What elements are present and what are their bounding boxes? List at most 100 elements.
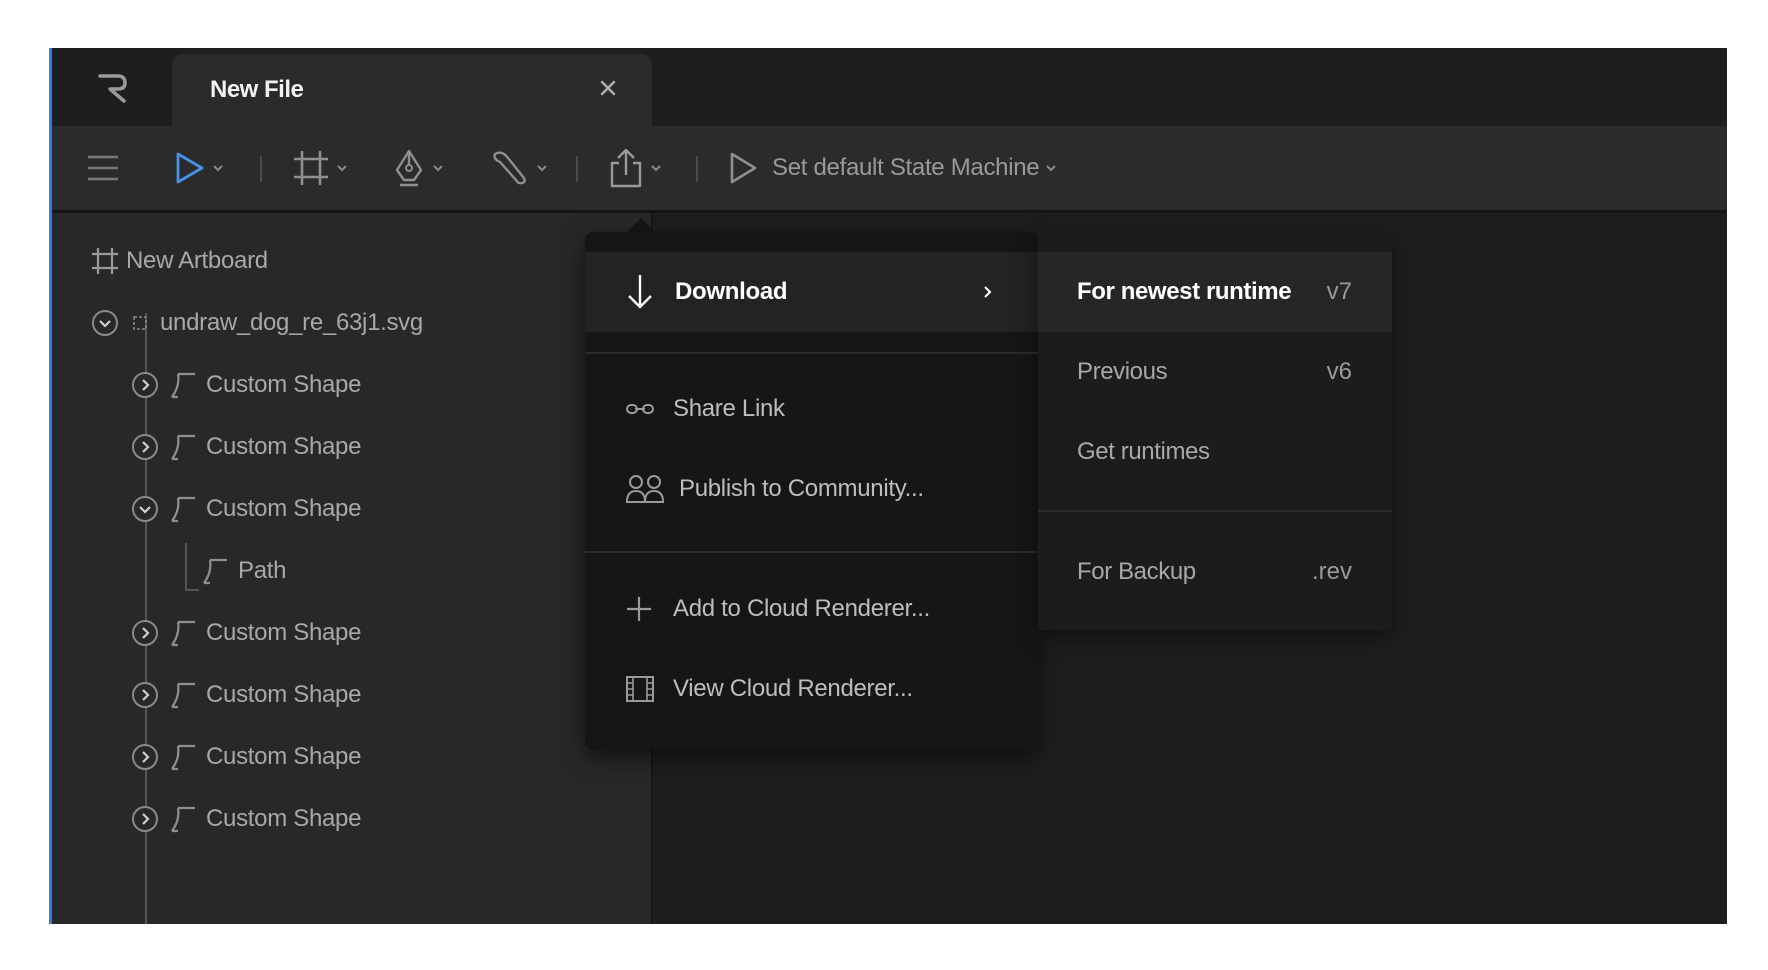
tree-item-label: Custom Shape: [206, 805, 362, 832]
submenu-label: Get runtimes: [1077, 438, 1210, 465]
file-row[interactable]: undraw_dog_re_63j1.svg: [90, 303, 423, 343]
state-machine-label: Set default State Machine: [772, 154, 1040, 181]
add-cloud-label: Add to Cloud Renderer...: [673, 595, 930, 622]
add-cloud-renderer-menu-item[interactable]: Add to Cloud Renderer...: [585, 577, 1038, 641]
chevron-down-icon: [213, 165, 223, 172]
export-button[interactable]: [608, 126, 662, 210]
tree-connector: [185, 543, 187, 591]
pen-icon: [395, 149, 423, 187]
chevron-down-icon: [433, 165, 443, 172]
share-icon: [610, 148, 642, 188]
tree-connector: [185, 589, 199, 591]
bone-tool-button[interactable]: [490, 126, 548, 210]
tree-item[interactable]: Custom Shape: [130, 427, 361, 467]
plus-icon: [627, 597, 651, 621]
tree-item-label: Custom Shape: [206, 495, 362, 522]
select-tool-button[interactable]: [174, 126, 224, 210]
state-machine-selector[interactable]: Set default State Machine: [728, 126, 1057, 210]
artboard-tool-button[interactable]: [292, 126, 348, 210]
expand-toggle-icon[interactable]: [130, 432, 160, 462]
submenu-label: Previous: [1077, 358, 1168, 385]
image-icon: [133, 316, 147, 330]
view-cloud-renderer-menu-item[interactable]: View Cloud Renderer...: [585, 657, 1038, 721]
expand-toggle-icon[interactable]: [130, 370, 160, 400]
menu-divider: [585, 551, 1038, 553]
download-menu-item[interactable]: Download: [585, 252, 1038, 332]
tree-item[interactable]: Custom Shape: [130, 737, 361, 777]
artboard-icon: [294, 151, 328, 185]
path-shape-icon: [171, 496, 195, 523]
film-icon: [626, 676, 654, 702]
path-shape-icon: [171, 682, 195, 709]
tree-item-child[interactable]: Path: [200, 551, 286, 591]
view-cloud-label: View Cloud Renderer...: [673, 675, 913, 702]
runtime-version: v6: [1326, 358, 1352, 385]
tree-item-label: Custom Shape: [206, 681, 362, 708]
people-icon: [625, 475, 665, 503]
pen-tool-button[interactable]: [392, 126, 444, 210]
path-shape-icon: [203, 558, 227, 585]
path-shape-icon: [171, 806, 195, 833]
share-link-label: Share Link: [673, 395, 785, 422]
chevron-down-icon: [651, 165, 661, 172]
download-previous-item[interactable]: Previous v6: [1038, 332, 1392, 412]
export-menu: Download Share Link Publish to Community…: [585, 232, 1038, 750]
download-label: Download: [675, 278, 788, 305]
chevron-down-icon: [337, 165, 347, 172]
expand-toggle-icon[interactable]: [130, 680, 160, 710]
menu-caret: [627, 218, 655, 232]
tree-item-label: Custom Shape: [206, 433, 362, 460]
path-shape-icon: [171, 434, 195, 461]
file-tab[interactable]: New File: [172, 54, 652, 126]
submenu-label: For newest runtime: [1077, 278, 1292, 305]
toolbar-separator: [260, 156, 262, 182]
rive-logo-icon[interactable]: [94, 70, 130, 106]
path-shape-icon: [171, 620, 195, 647]
expand-toggle-icon[interactable]: [130, 618, 160, 648]
file-extension: .rev: [1311, 558, 1352, 585]
tree-item[interactable]: Custom Shape: [130, 365, 361, 405]
bone-icon: [493, 151, 526, 185]
share-link-menu-item[interactable]: Share Link: [585, 377, 1038, 441]
tab-title: New File: [210, 76, 304, 103]
tree-item[interactable]: Custom Shape: [130, 613, 361, 653]
tree-item[interactable]: Custom Shape: [130, 675, 361, 715]
close-icon[interactable]: [590, 70, 626, 106]
collapse-toggle-icon[interactable]: [130, 494, 160, 524]
menu-divider: [1038, 510, 1392, 512]
artboard-row[interactable]: New Artboard: [90, 241, 268, 281]
toolbar: Set default State Machine: [52, 126, 1727, 213]
tree-item[interactable]: Custom Shape: [130, 489, 361, 529]
tree-item-label: Path: [238, 557, 287, 584]
path-shape-icon: [171, 372, 195, 399]
toolbar-separator: [696, 156, 698, 182]
publish-menu-item[interactable]: Publish to Community...: [585, 457, 1038, 521]
chevron-right-icon: [984, 286, 992, 298]
expand-toggle-icon[interactable]: [130, 742, 160, 772]
submenu-label: For Backup: [1077, 558, 1196, 585]
tree-item-label: Custom Shape: [206, 371, 362, 398]
chevron-down-icon: [1046, 165, 1057, 172]
hamburger-menu-icon[interactable]: [86, 126, 120, 210]
tab-bar: New File: [52, 48, 1727, 126]
collapse-toggle-icon[interactable]: [90, 308, 120, 338]
path-shape-icon: [171, 744, 195, 771]
tree-item-label: Custom Shape: [206, 619, 362, 646]
tree-item[interactable]: Custom Shape: [130, 799, 361, 839]
download-arrow-icon: [628, 275, 652, 309]
get-runtimes-item[interactable]: Get runtimes: [1038, 412, 1392, 492]
download-backup-item[interactable]: For Backup .rev: [1038, 532, 1392, 612]
tree-item-label: Custom Shape: [206, 743, 362, 770]
runtime-version: v7: [1326, 278, 1352, 305]
artboard-icon: [92, 248, 118, 274]
download-submenu: For newest runtime v7 Previous v6 Get ru…: [1038, 232, 1392, 630]
expand-toggle-icon[interactable]: [130, 804, 160, 834]
file-label: undraw_dog_re_63j1.svg: [160, 309, 423, 336]
chevron-down-icon: [537, 165, 547, 172]
publish-label: Publish to Community...: [679, 475, 924, 502]
menu-divider: [585, 352, 1038, 354]
download-newest-runtime-item[interactable]: For newest runtime v7: [1038, 252, 1392, 332]
toolbar-separator: [576, 156, 578, 182]
link-icon: [626, 404, 654, 414]
play-icon: [730, 152, 757, 184]
